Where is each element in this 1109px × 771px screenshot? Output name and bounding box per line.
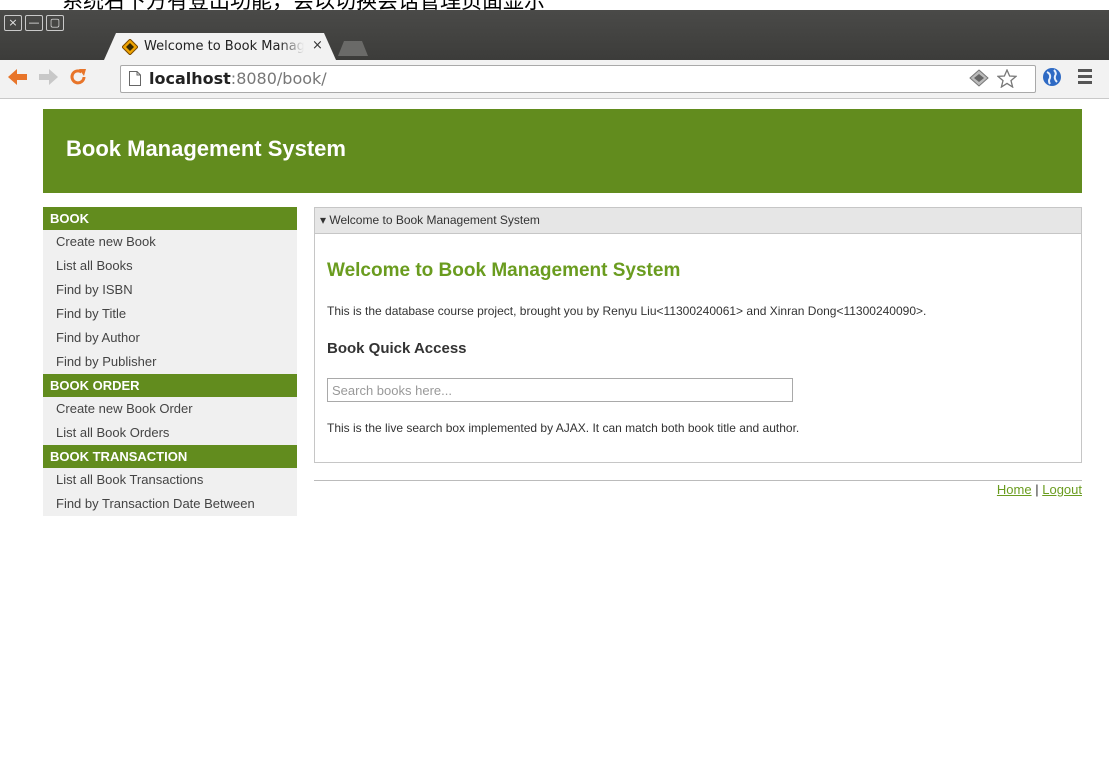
welcome-heading: Welcome to Book Management System [327, 260, 681, 281]
sidebar-item-list-orders[interactable]: List all Book Orders [43, 421, 297, 445]
sidebar-group-book-transaction: BOOK TRANSACTION [43, 445, 297, 468]
browser-menu-icon[interactable] [1078, 69, 1092, 87]
tab-title: Welcome to Book Management System [144, 39, 304, 54]
project-description: This is the database course project, bro… [327, 304, 927, 318]
page-viewport: Book Management System BOOK Create new B… [0, 99, 1109, 771]
sidebar-item-find-publisher[interactable]: Find by Publisher [43, 350, 297, 374]
sidebar-item-list-books[interactable]: List all Books [43, 254, 297, 278]
window-maximize-button[interactable]: ▢ [46, 15, 64, 31]
sidebar-item-create-order[interactable]: Create new Book Order [43, 397, 297, 421]
site-title: Book Management System [66, 136, 346, 161]
sidebar-item-find-title[interactable]: Find by Title [43, 302, 297, 326]
url-host: localhost [149, 69, 231, 88]
address-bar[interactable]: localhost:8080/book/ [120, 65, 1036, 93]
window-close-button[interactable]: × [4, 15, 22, 31]
tab-close-icon[interactable]: × [312, 38, 323, 53]
url-path: :8080/book/ [230, 69, 327, 88]
live-search-note: This is the live search box implemented … [327, 421, 800, 435]
footer-divider [314, 480, 1082, 481]
extension-diamond-icon[interactable] [969, 69, 989, 92]
sidebar-group-book: BOOK [43, 207, 297, 230]
back-arrow-icon[interactable] [8, 68, 28, 90]
browser-toolbar: localhost:8080/book/ [0, 60, 1109, 99]
sidebar-item-create-book[interactable]: Create new Book [43, 230, 297, 254]
sidebar-group-book-order: BOOK ORDER [43, 374, 297, 397]
url-text: localhost:8080/book/ [149, 69, 327, 88]
welcome-panel: ▾ Welcome to Book Management System Welc… [314, 207, 1082, 463]
footer-links: Home | Logout [997, 482, 1082, 497]
site-header: Book Management System [43, 109, 1082, 193]
forward-arrow-icon[interactable] [38, 68, 58, 90]
window-titlebar: × — ▢ Welcome to Book Management System … [0, 10, 1109, 60]
top-caption: 系统右下方有登出功能，会以切换会话管理页面显示 [0, 0, 1109, 10]
caption-text: 系统右下方有登出功能，会以切换会话管理页面显示 [62, 0, 545, 10]
page-icon [129, 71, 141, 86]
globe-extension-icon[interactable] [1042, 67, 1062, 91]
panel-header[interactable]: ▾ Welcome to Book Management System [315, 208, 1081, 234]
home-link[interactable]: Home [997, 482, 1032, 497]
sidebar-item-list-transactions[interactable]: List all Book Transactions [43, 468, 297, 492]
logout-link[interactable]: Logout [1042, 482, 1082, 497]
sidebar-item-find-author[interactable]: Find by Author [43, 326, 297, 350]
sidebar-item-find-isbn[interactable]: Find by ISBN [43, 278, 297, 302]
browser-tab[interactable]: Welcome to Book Management System × [104, 33, 336, 60]
favicon-diamond-icon [122, 39, 138, 55]
book-search-input[interactable] [327, 378, 793, 402]
quick-access-heading: Book Quick Access [327, 340, 467, 357]
footer-separator: | [1035, 482, 1039, 497]
new-tab-button[interactable] [338, 41, 368, 56]
sidebar-item-find-transaction-date[interactable]: Find by Transaction Date Between [43, 492, 297, 516]
sidebar: BOOK Create new Book List all Books Find… [43, 207, 297, 516]
reload-icon[interactable] [68, 67, 88, 91]
bookmark-star-icon[interactable] [996, 68, 1018, 93]
window-minimize-button[interactable]: — [25, 15, 43, 31]
